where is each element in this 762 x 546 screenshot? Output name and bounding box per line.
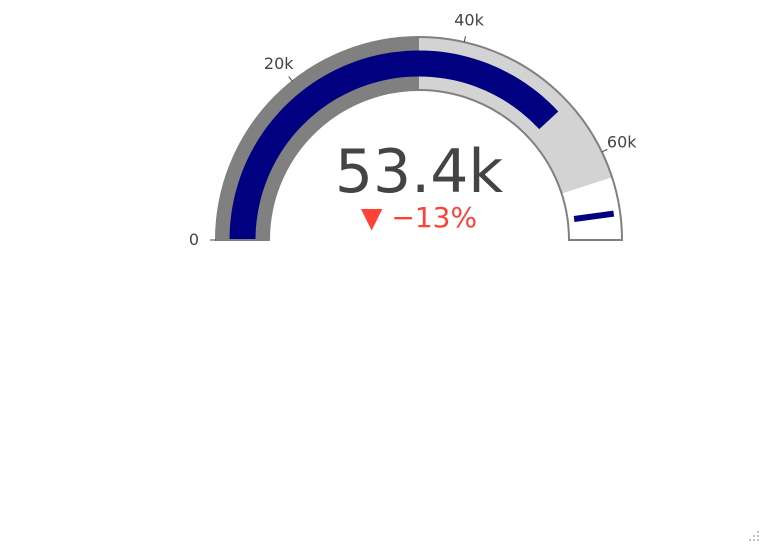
gauge-tick-label-60k: 60k — [607, 132, 637, 151]
delta-value: −13% — [391, 201, 477, 234]
gauge-delta: ▼ −13% — [361, 201, 477, 234]
gauge-chart: 0 20k 40k 60k 53.4k ▼ −13% — [189, 11, 637, 249]
gauge-tick-20k — [288, 76, 293, 82]
gauge-tick-label-40k: 40k — [454, 11, 484, 30]
resize-grip-icon[interactable] — [746, 530, 760, 544]
gauge-tick-label-20k: 20k — [264, 54, 294, 73]
gauge-tick-label-0: 0 — [189, 230, 199, 249]
gauge-tick-40k — [463, 36, 466, 43]
gauge-threshold-line — [573, 210, 615, 222]
gauge-value: 53.4k — [335, 137, 504, 207]
delta-down-arrow-icon: ▼ — [361, 201, 383, 234]
gauge-threshold-layer — [573, 210, 615, 222]
